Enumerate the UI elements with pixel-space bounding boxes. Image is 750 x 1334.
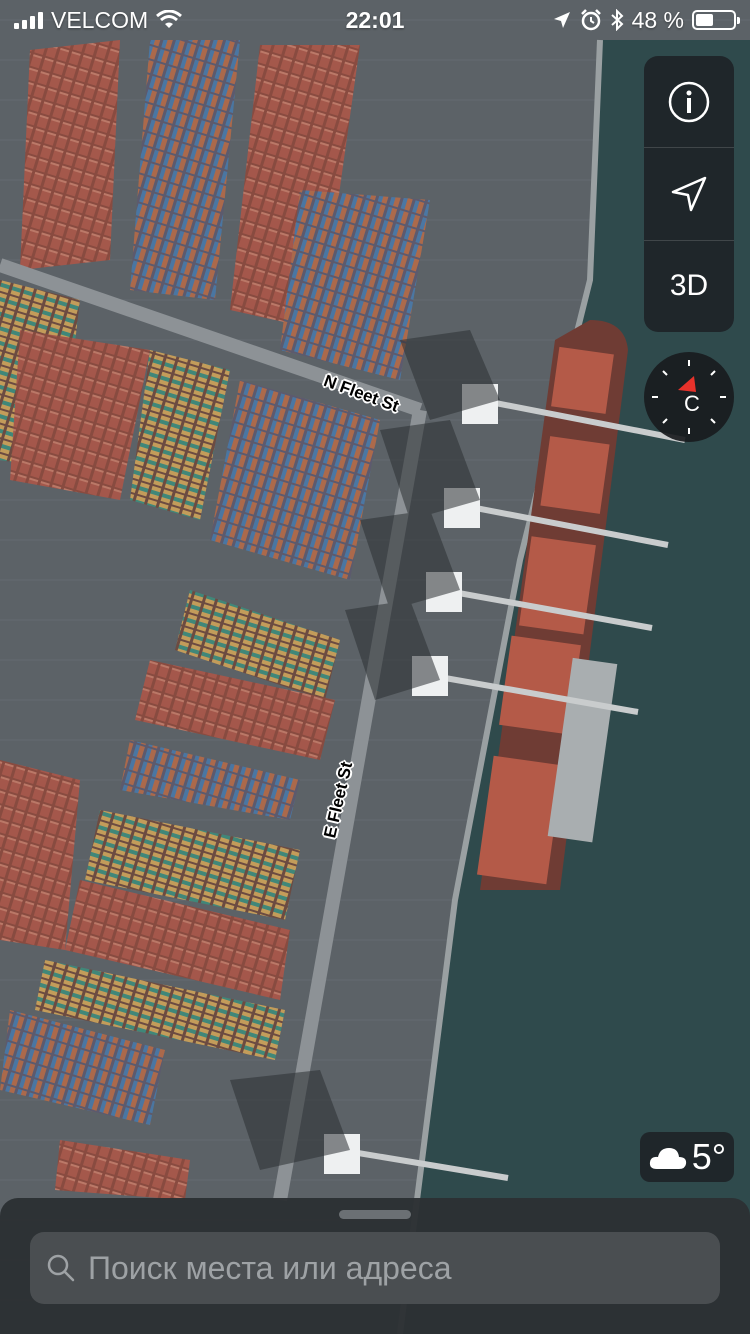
weather-temperature: 5°: [691, 1136, 727, 1177]
map-controls: 3D: [644, 56, 734, 332]
search-icon: [47, 1254, 75, 1282]
location-services-icon: [553, 12, 570, 28]
compass-button[interactable]: С: [644, 352, 734, 442]
alarm-icon: [580, 9, 601, 31]
status-bar: VELCOM 22:01 48 %: [0, 0, 750, 40]
battery-icon: [692, 10, 740, 30]
3d-button[interactable]: 3D: [644, 241, 734, 332]
bluetooth-icon: [610, 9, 624, 31]
weather-widget[interactable]: 5°: [640, 1132, 734, 1182]
carrier-label: VELCOM: [51, 6, 149, 33]
battery-level: [696, 14, 714, 26]
current-location-button[interactable]: [644, 148, 734, 241]
location-arrow-icon: [671, 176, 707, 212]
wifi-icon: [156, 10, 183, 28]
info-button[interactable]: [644, 56, 734, 149]
signal-icon: [14, 11, 43, 29]
cloud-icon: [649, 1148, 686, 1169]
satellite-map[interactable]: [0, 0, 750, 1334]
bottom-sheet[interactable]: Поиск места или адреса: [0, 1198, 750, 1334]
compass-letter: С: [684, 391, 700, 416]
battery-percent: 48 %: [631, 6, 684, 33]
search-field[interactable]: Поиск места или адреса: [30, 1232, 720, 1304]
search-placeholder: Поиск места или адреса: [88, 1249, 452, 1286]
sheet-grabber[interactable]: [339, 1210, 411, 1219]
info-icon: [668, 81, 710, 122]
